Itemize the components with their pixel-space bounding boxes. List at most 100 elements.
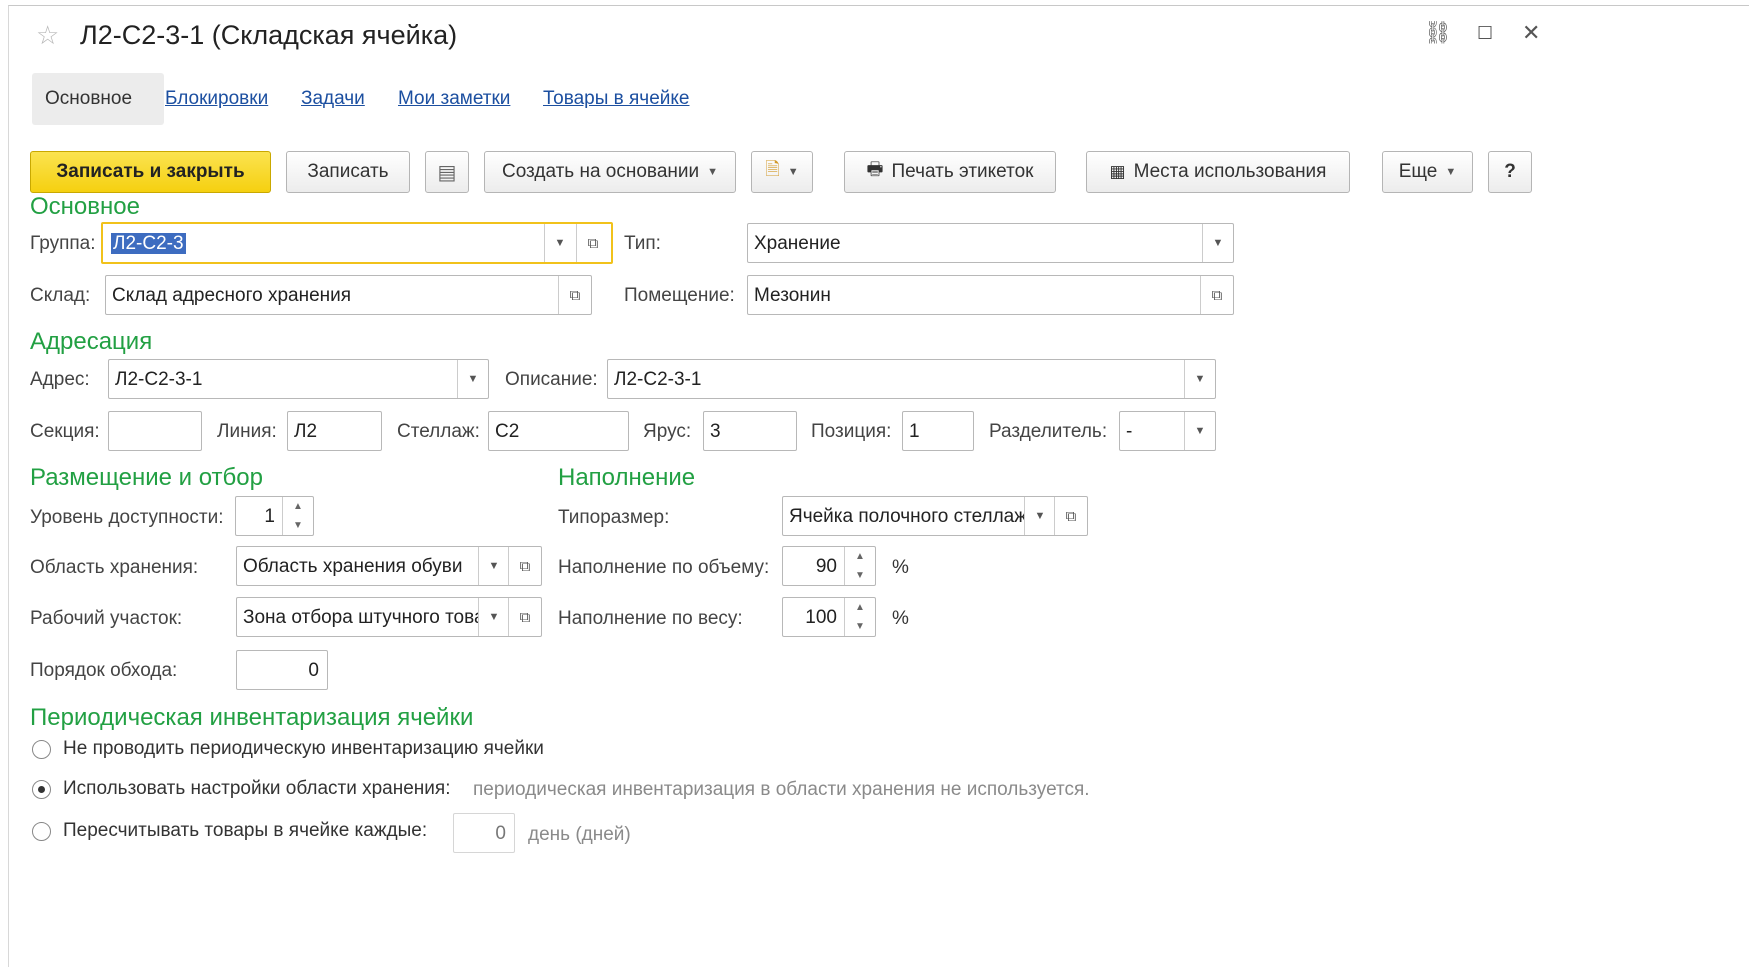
tier-value: 3	[710, 421, 721, 442]
printer-icon: 🖶	[866, 159, 884, 179]
group-field[interactable]: Л2-С2-3 ▼ ⧉	[101, 222, 613, 264]
weight-fill-stepper[interactable]: 100 ▲ ▼	[782, 597, 876, 637]
type-field[interactable]: Хранение ▼	[747, 223, 1234, 263]
create-based-on-button[interactable]: Создать на основании ▼	[484, 151, 736, 193]
open-icon[interactable]: ⧉	[1200, 276, 1233, 314]
spin-up-icon[interactable]: ▲	[283, 501, 313, 512]
tab-main[interactable]: Основное	[45, 88, 132, 110]
chevron-down-icon: ▼	[1445, 166, 1457, 178]
chevron-down-icon[interactable]: ▼	[478, 598, 509, 636]
bypass-order-field[interactable]: 0	[236, 650, 328, 690]
bypass-order-value: 0	[308, 660, 319, 681]
spin-buttons[interactable]: ▲ ▼	[844, 598, 875, 636]
rack-label: Стеллаж:	[397, 421, 480, 442]
document-clock-icon: 🗎	[765, 159, 780, 179]
report-list-button[interactable]: ▤	[425, 151, 469, 193]
recount-days-unit: день (дней)	[528, 824, 631, 845]
storage-area-field[interactable]: Область хранения обуви ▼ ⧉	[236, 546, 542, 586]
open-icon[interactable]: ⧉	[508, 598, 541, 636]
weight-fill-label: Наполнение по весу:	[558, 608, 743, 629]
bypass-order-label: Порядок обхода:	[30, 660, 178, 681]
spin-buttons[interactable]: ▲ ▼	[844, 547, 875, 585]
spin-down-icon[interactable]: ▼	[845, 621, 875, 632]
room-label: Помещение:	[624, 285, 735, 306]
tab-locks[interactable]: Блокировки	[165, 88, 268, 110]
tab-my-notes[interactable]: Мои заметки	[398, 88, 510, 110]
spin-up-icon[interactable]: ▲	[845, 602, 875, 613]
section-field[interactable]	[108, 411, 202, 451]
link-icon[interactable]: ⛓	[1424, 22, 1452, 44]
weight-percent: %	[892, 608, 909, 629]
chevron-down-icon[interactable]: ▼	[1202, 224, 1233, 262]
description-label: Описание:	[505, 369, 598, 390]
description-value: Л2-С2-3-1	[614, 369, 702, 390]
access-level-label: Уровень доступности:	[30, 507, 224, 528]
chevron-down-icon[interactable]: ▼	[1184, 360, 1215, 398]
more-button[interactable]: Еще ▼	[1382, 151, 1473, 193]
description-field[interactable]: Л2-С2-3-1 ▼	[607, 359, 1216, 399]
usage-places-button[interactable]: ▦ Места использования	[1086, 151, 1350, 193]
tab-goods-in-cell[interactable]: Товары в ячейке	[543, 88, 689, 110]
storage-area-value: Область хранения обуви	[243, 556, 463, 577]
radio-no-inventory[interactable]	[32, 740, 51, 759]
volume-percent: %	[892, 557, 909, 578]
line-field[interactable]: Л2	[287, 411, 382, 451]
tab-tasks[interactable]: Задачи	[301, 88, 365, 110]
chevron-down-icon: ▼	[787, 166, 799, 178]
position-label: Позиция:	[811, 421, 892, 442]
tier-field[interactable]: 3	[703, 411, 797, 451]
address-label: Адрес:	[30, 369, 90, 390]
open-icon[interactable]: ⧉	[576, 224, 609, 262]
room-field[interactable]: Мезонин ⧉	[747, 275, 1234, 315]
favorite-star-icon[interactable]: ☆	[36, 22, 59, 48]
section-inventory-heading: Периодическая инвентаризация ячейки	[30, 704, 474, 731]
chevron-down-icon[interactable]: ▼	[1184, 412, 1215, 450]
save-button[interactable]: Записать	[286, 151, 410, 193]
size-type-field[interactable]: Ячейка полочного стеллажа ▼ ⧉	[782, 496, 1088, 536]
open-icon[interactable]: ⧉	[508, 547, 541, 585]
volume-fill-stepper[interactable]: 90 ▲ ▼	[782, 546, 876, 586]
list-icon: ▤	[437, 161, 457, 184]
line-label: Линия:	[217, 421, 277, 442]
position-field[interactable]: 1	[902, 411, 974, 451]
rack-field[interactable]: С2	[488, 411, 629, 451]
radio-use-area-settings[interactable]	[32, 780, 51, 799]
help-button[interactable]: ?	[1488, 151, 1532, 193]
access-level-value: 1	[264, 506, 275, 527]
separator-value: -	[1126, 421, 1133, 442]
access-level-stepper[interactable]: 1 ▲ ▼	[235, 496, 314, 536]
spin-buttons[interactable]: ▲ ▼	[282, 497, 313, 535]
attachments-button[interactable]: 🗎 ▼	[751, 151, 813, 193]
type-label: Тип:	[624, 233, 661, 254]
option-use-area-settings-hint: периодическая инвентаризация в области х…	[473, 779, 1090, 800]
spin-down-icon[interactable]: ▼	[283, 520, 313, 531]
work-area-value: Зона отбора штучного товара	[243, 607, 479, 628]
spin-up-icon[interactable]: ▲	[845, 551, 875, 562]
work-area-field[interactable]: Зона отбора штучного товара ▼ ⧉	[236, 597, 542, 637]
open-icon[interactable]: ⧉	[558, 276, 591, 314]
chevron-down-icon[interactable]: ▼	[1024, 497, 1055, 535]
open-icon[interactable]: ⧉	[1054, 497, 1087, 535]
warehouse-field[interactable]: Склад адресного хранения ⧉	[105, 275, 592, 315]
chevron-down-icon[interactable]: ▼	[544, 224, 575, 262]
chevron-down-icon[interactable]: ▼	[478, 547, 509, 585]
help-label: ?	[1504, 161, 1516, 182]
recount-days-field[interactable]: 0	[453, 813, 515, 853]
group-label: Группа:	[30, 233, 96, 254]
option-no-inventory-label: Не проводить периодическую инвентаризаци…	[63, 738, 544, 759]
save-and-close-label: Записать и закрыть	[56, 161, 245, 182]
spin-down-icon[interactable]: ▼	[845, 570, 875, 581]
address-field[interactable]: Л2-С2-3-1 ▼	[108, 359, 489, 399]
print-labels-label: Печать этикеток	[891, 161, 1034, 182]
window-title: Л2-С2-3-1 (Складская ячейка)	[80, 20, 458, 50]
print-labels-button[interactable]: 🖶 Печать этикеток	[844, 151, 1056, 193]
save-and-close-button[interactable]: Записать и закрыть	[30, 151, 271, 193]
option-recount-every-label: Пересчитывать товары в ячейке каждые:	[63, 820, 428, 841]
close-icon[interactable]: ✕	[1522, 22, 1540, 44]
chevron-down-icon[interactable]: ▼	[457, 360, 488, 398]
radio-recount-every[interactable]	[32, 822, 51, 841]
option-use-area-settings-label: Использовать настройки области хранения:	[63, 778, 451, 799]
maximize-icon[interactable]: ☐	[1477, 24, 1493, 42]
separator-field[interactable]: - ▼	[1119, 411, 1216, 451]
more-label: Еще	[1398, 161, 1438, 182]
